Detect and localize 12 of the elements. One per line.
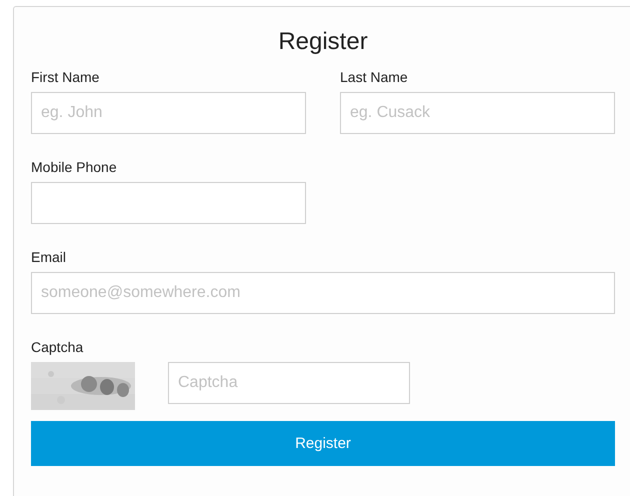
- input-field[interactable]: eg. Cusack: [340, 92, 615, 134]
- input-field[interactable]: [31, 182, 306, 224]
- field-label: First Name: [31, 68, 100, 86]
- field-label: Last Name: [340, 68, 409, 86]
- input-field[interactable]: someone@somewhere.com: [31, 272, 615, 314]
- field-label: Mobile Phone: [31, 158, 118, 176]
- input-field[interactable]: eg. John: [31, 92, 306, 134]
- captcha-field[interactable]: Captcha: [168, 362, 410, 404]
- field-label: Captcha: [31, 338, 84, 356]
- register-button[interactable]: Register: [31, 421, 615, 466]
- form-title: Register: [277, 27, 369, 57]
- field-label: Email: [31, 248, 68, 266]
